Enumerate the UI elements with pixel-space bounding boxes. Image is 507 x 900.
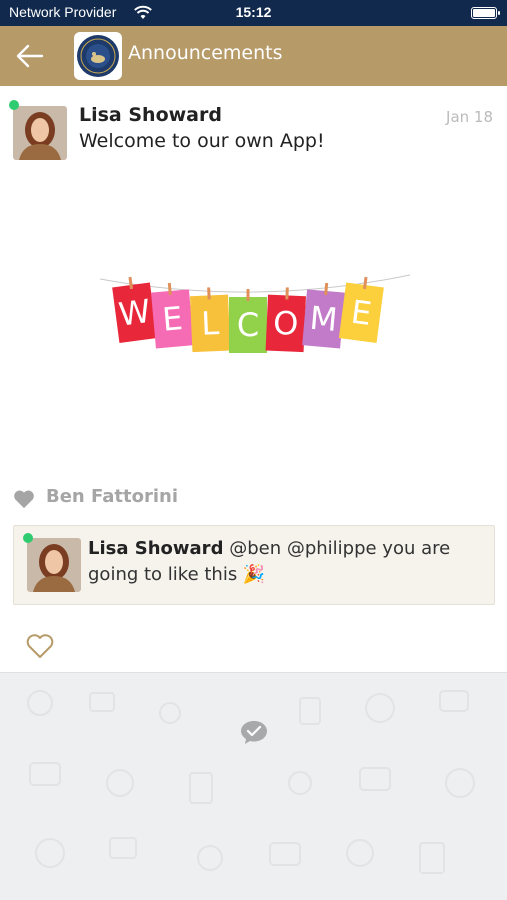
channel-logo [74, 32, 122, 80]
like-heart-icon[interactable] [25, 632, 55, 660]
banner-flag: E [151, 282, 194, 349]
online-indicator [9, 100, 19, 110]
post-date: Jan 18 [446, 108, 493, 126]
post-text: Welcome to our own App! [79, 130, 325, 152]
banner-flag: C [229, 289, 267, 353]
banner-letter: E [161, 299, 184, 339]
status-bar: Network Provider 15:12 [0, 0, 507, 26]
heart-icon [14, 490, 34, 509]
page-title: Announcements [128, 42, 283, 64]
chat-bubble-icon [241, 721, 267, 744]
banner-flag: M [302, 282, 345, 349]
liker-name[interactable]: Ben Fattorini [46, 486, 178, 507]
battery-icon [471, 7, 500, 19]
banner-flag: L [190, 287, 231, 353]
seal-icon [77, 35, 119, 77]
avatar[interactable] [27, 538, 81, 592]
welcome-banner-image[interactable]: WELCOME [90, 257, 420, 397]
banner-letter: L [200, 304, 220, 343]
nav-bar: Announcements [0, 26, 507, 86]
banner-letter: W [116, 292, 152, 334]
clock: 15:12 [235, 4, 272, 20]
banner-flag: W [112, 276, 158, 344]
banner-letter: C [237, 306, 259, 344]
user-photo-icon [13, 106, 67, 160]
comment-text: Lisa Showard @ben @philippe you are goin… [88, 536, 488, 588]
back-arrow-icon[interactable] [14, 42, 46, 70]
banner-flag: E [338, 276, 384, 344]
doodle-pattern [27, 690, 475, 874]
post-author[interactable]: Lisa Showard [79, 104, 222, 126]
announcement-post: Lisa Showard Jan 18 Welcome to our own A… [0, 92, 507, 672]
chat-background [0, 672, 507, 900]
comment: Lisa Showard @ben @philippe you are goin… [13, 525, 495, 605]
avatar[interactable] [13, 106, 67, 160]
banner-letter: M [308, 299, 339, 339]
user-photo-icon [27, 538, 81, 592]
banner-letter: O [272, 304, 299, 343]
comment-author[interactable]: Lisa Showard [88, 538, 223, 559]
banner-flag: O [265, 287, 306, 353]
online-indicator [23, 533, 33, 543]
